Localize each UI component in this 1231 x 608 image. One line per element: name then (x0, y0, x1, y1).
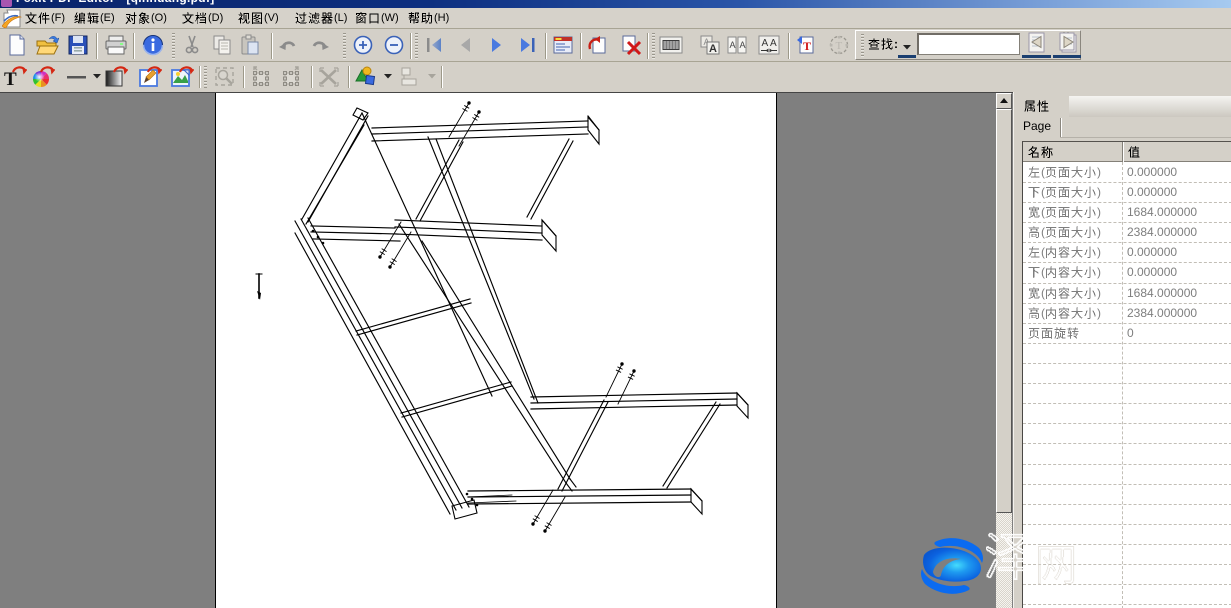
svg-text:A: A (709, 43, 717, 55)
svg-text:A: A (740, 40, 746, 50)
svg-text:T: T (4, 69, 17, 89)
svg-text:A: A (770, 38, 777, 49)
svg-text:T: T (803, 39, 811, 53)
svg-text:A: A (762, 38, 769, 49)
svg-text:A: A (730, 40, 736, 50)
svg-text:T: T (836, 40, 843, 52)
